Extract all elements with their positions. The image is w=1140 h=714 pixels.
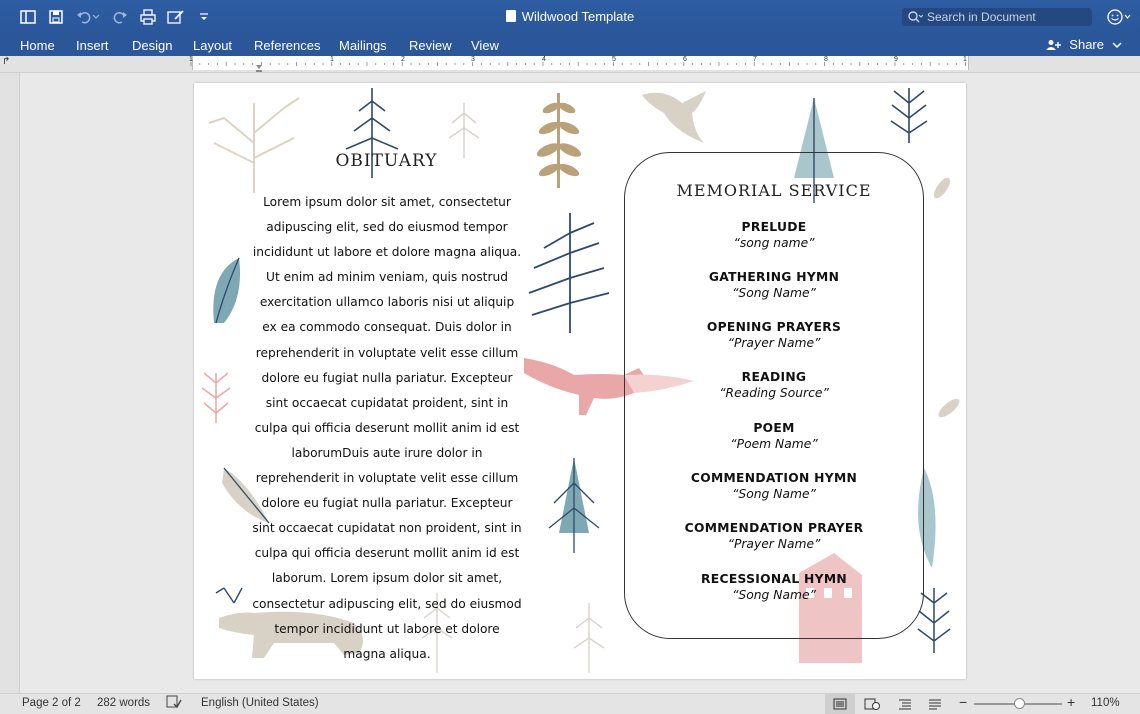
program-item-recessional-hymn: RECESSIONAL HYMN “Song Name”: [625, 572, 923, 602]
program-subtitle: “Prayer Name”: [727, 537, 821, 551]
memorial-service-box[interactable]: MEMORIAL SERVICE PRELUDE “song name” GAT…: [624, 152, 924, 639]
search-input[interactable]: Search in Document: [902, 8, 1092, 26]
ruler-label: 9: [894, 56, 898, 63]
page-count[interactable]: Page 2 of 2: [22, 697, 81, 709]
program-heading: PRELUDE: [741, 220, 807, 234]
zoom-slider-handle[interactable]: [1014, 698, 1025, 709]
program-heading: POEM: [753, 421, 795, 435]
ribbon-tabs: Home Insert Design Layout References Mai…: [0, 34, 1140, 56]
ruler-label: 4: [542, 56, 546, 63]
program-item-commendation-prayer: COMMENDATION PRAYER “Prayer Name”: [625, 521, 923, 551]
bird-icon: [642, 91, 706, 143]
tab-references[interactable]: References: [254, 38, 320, 53]
zoom-level[interactable]: 110%: [1091, 697, 1120, 709]
program-subtitle: “Song Name”: [732, 286, 816, 300]
feedback-smiley-icon[interactable]: [1106, 8, 1132, 31]
pine-tree-icon: [890, 88, 928, 143]
outline-view-icon[interactable]: [890, 694, 920, 714]
share-person-icon: [1046, 39, 1062, 50]
document-page[interactable]: OBITUARY Lorem ipsum dolor sit amet, con…: [194, 83, 966, 679]
fern-icon: [448, 103, 480, 158]
search-icon: [907, 10, 924, 29]
leaf-icon: [918, 177, 960, 568]
program-item-reading: READING “Reading Source”: [625, 370, 923, 400]
program-item-opening-prayers: OPENING PRAYERS “Prayer Name”: [625, 320, 923, 350]
program-item-commendation-hymn: COMMENDATION HYMN “Song Name”: [625, 471, 923, 501]
tab-review[interactable]: Review: [409, 38, 452, 53]
program-subtitle: “Poem Name”: [730, 437, 818, 451]
program-subtitle: “Song Name”: [732, 588, 816, 602]
zoom-out-icon[interactable]: −: [959, 694, 967, 710]
leaf-icon: [213, 257, 240, 324]
status-bar: Page 2 of 2 282 words English (United St…: [0, 693, 1140, 714]
ruler-label: 5: [612, 56, 616, 63]
program-subtitle: “Song Name”: [732, 487, 816, 501]
ruler-label: 1: [189, 56, 193, 63]
document-icon: [505, 10, 516, 22]
teal-pine-icon: [548, 458, 600, 553]
ruler-label: 1: [330, 56, 334, 63]
program-subtitle: “Prayer Name”: [727, 336, 821, 350]
tab-layout[interactable]: Layout: [193, 38, 232, 53]
tab-design[interactable]: Design: [132, 38, 172, 53]
ruler-ticks: 1 1 2 3 4 5 6 7 8 9 1: [189, 56, 967, 72]
horizontal-ruler[interactable]: ↱ 11234567891: [0, 56, 1140, 73]
obituary-title: OBITUARY: [335, 151, 438, 171]
twig-icon: [201, 372, 231, 423]
proofing-icon[interactable]: [166, 695, 182, 712]
indent-marker-icon: [256, 65, 262, 72]
program-heading: GATHERING HYMN: [708, 270, 840, 284]
title-bar: Wildwood Template Search in Document: [0, 0, 1140, 34]
program-item-poem: POEM “Poem Name”: [625, 421, 923, 451]
program-subtitle: “Reading Source”: [719, 386, 829, 400]
word-count[interactable]: 282 words: [97, 697, 150, 709]
ruler-label: 3: [471, 56, 475, 63]
tab-insert[interactable]: Insert: [76, 38, 109, 53]
web-layout-view-icon[interactable]: [857, 694, 887, 714]
tab-home[interactable]: Home: [20, 38, 55, 53]
fern-icon: [573, 603, 605, 673]
bare-tree-icon: [208, 97, 300, 193]
tab-mailings[interactable]: Mailings: [339, 38, 387, 53]
ruler-label: 1: [963, 56, 967, 63]
vertical-ruler[interactable]: [0, 73, 20, 693]
memorial-title: MEMORIAL SERVICE: [676, 181, 872, 200]
ruler-label: 8: [824, 56, 828, 63]
ruler-label: 6: [683, 56, 687, 63]
program-heading: RECESSIONAL HYMN: [701, 572, 847, 586]
tab-view[interactable]: View: [471, 38, 499, 53]
print-layout-view-icon[interactable]: [825, 694, 855, 714]
ruler-label: 2: [401, 56, 405, 63]
program-heading: OPENING PRAYERS: [706, 320, 842, 334]
program-heading: COMMENDATION PRAYER: [684, 521, 864, 535]
ruler-label: 7: [753, 56, 757, 63]
leaf-tree-icon: [536, 93, 582, 188]
program-heading: READING: [741, 370, 807, 384]
obituary-text[interactable]: Lorem ipsum dolor sit amet, consectetur …: [252, 190, 522, 667]
pine-tree-icon: [528, 213, 610, 333]
draft-view-icon[interactable]: [920, 694, 950, 714]
program-subtitle: “song name”: [733, 236, 815, 250]
share-button[interactable]: Share: [1045, 37, 1124, 52]
program-item-prelude: PRELUDE “song name”: [625, 220, 923, 250]
chevron-down-icon[interactable]: [1110, 40, 1124, 50]
language-indicator[interactable]: English (United States): [201, 697, 319, 709]
program-item-gathering-hymn: GATHERING HYMN “Song Name”: [625, 270, 923, 300]
program-heading: COMMENDATION HYMN: [690, 471, 858, 485]
zoom-in-icon[interactable]: +: [1067, 694, 1075, 710]
